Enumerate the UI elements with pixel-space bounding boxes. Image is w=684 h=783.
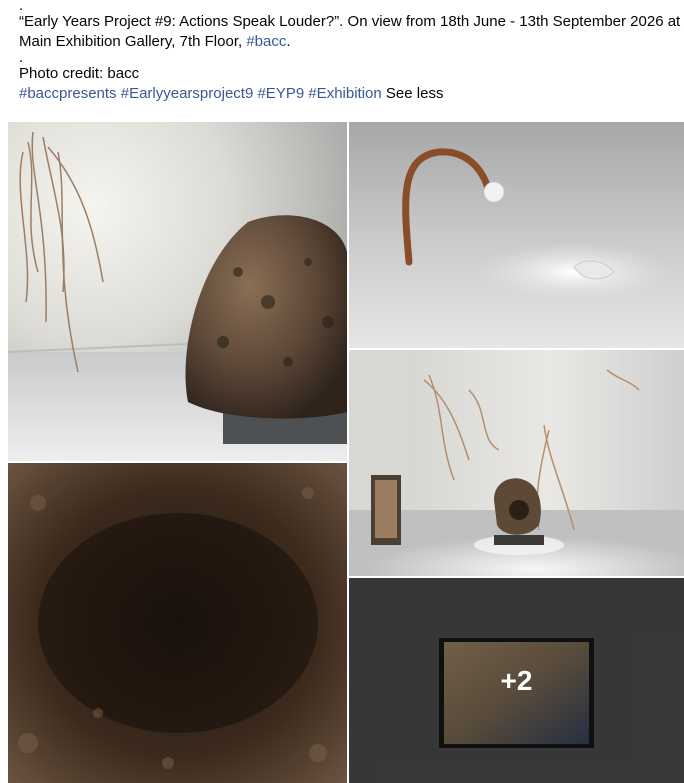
gallery-photo-4[interactable] <box>349 350 684 576</box>
hashtag-baccpresents-link[interactable]: #baccpresents <box>19 85 117 102</box>
hashtag-line: #baccpresents #Earlyyearsproject9 #EYP9 … <box>19 84 679 104</box>
gallery-photo-3[interactable] <box>8 463 347 783</box>
caption-line-1: “Early Years Project #9: Actions Speak L… <box>19 12 681 32</box>
caption-title-text: “Early Years Project #9: Actions Speak L… <box>19 13 681 30</box>
post-caption: . “Early Years Project #9: Actions Speak… <box>19 0 681 104</box>
caption-line-2: Main Exhibition Gallery, 7th Floor, #bac… <box>19 32 679 52</box>
caption-dot-mid: . <box>19 49 24 66</box>
hashtag-bacc-link[interactable]: #bacc <box>246 33 286 50</box>
hashtag-earlyyearsproject9-link[interactable]: #Earlyyearsproject9 <box>121 85 254 102</box>
see-less-button[interactable]: See less <box>386 85 444 102</box>
gallery-photo-2[interactable] <box>349 122 684 348</box>
caption-dot-top: . <box>19 0 24 14</box>
gallery-photo-5-more[interactable]: +2 <box>349 578 684 783</box>
photo-gallery: +2 <box>8 122 684 783</box>
more-photos-count: +2 <box>500 664 533 696</box>
caption-location-text: Main Exhibition Gallery, 7th Floor, <box>19 33 247 50</box>
hashtag-eyp9-link[interactable]: #EYP9 <box>257 85 304 102</box>
photo-credit: Photo credit: bacc <box>19 65 140 82</box>
caption-period: . <box>286 33 291 50</box>
more-photos-overlay[interactable]: +2 <box>349 578 684 783</box>
gallery-photo-1[interactable] <box>8 122 347 461</box>
hashtag-exhibition-link[interactable]: #Exhibition <box>308 85 381 102</box>
